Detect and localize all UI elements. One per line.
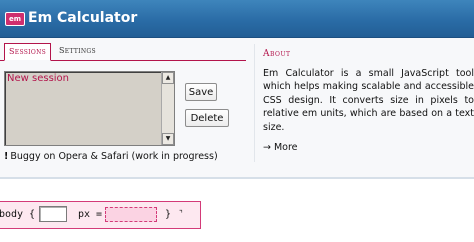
px-input[interactable] <box>39 206 67 222</box>
scroll-down-arrow-icon[interactable]: ▼ <box>162 133 174 145</box>
close-brace: } <box>165 209 172 220</box>
save-button[interactable]: Save <box>185 83 217 101</box>
column-divider <box>254 44 255 162</box>
about-description: Em Calculator is a small JavaScript tool… <box>263 68 474 133</box>
em-result-field <box>105 207 157 222</box>
session-list-scrollbar[interactable]: ▲ ▼ <box>161 72 174 145</box>
more-link[interactable]: → More <box>263 142 298 154</box>
resize-handle-icon[interactable]: ⌝ <box>179 210 186 218</box>
about-heading: About <box>263 49 291 59</box>
delete-button[interactable]: Delete <box>185 109 229 127</box>
tab-settings[interactable]: Settings <box>55 43 100 59</box>
scroll-up-arrow-icon[interactable]: ▲ <box>162 72 174 84</box>
title-bar: em Em Calculator <box>0 0 474 38</box>
px-equals-label: px = <box>78 209 103 220</box>
app-logo-icon: em <box>5 12 25 26</box>
open-brace: { <box>29 209 36 220</box>
css-selector-label: body <box>0 209 24 220</box>
browser-warning: ! Buggy on Opera & Safari (work in progre… <box>4 151 218 163</box>
em-converter-bar: body { px = } ⌝ <box>0 201 201 229</box>
session-list[interactable]: New session ▲ ▼ <box>4 71 175 146</box>
list-item[interactable]: New session <box>6 73 161 85</box>
warning-text: Buggy on Opera & Safari (work in progres… <box>10 151 218 162</box>
tab-sessions[interactable]: Sessions <box>4 43 52 61</box>
warning-icon: ! <box>4 151 9 162</box>
app-title: Em Calculator <box>28 10 138 26</box>
main-panel: Sessions Settings New session ▲ ▼ Save D… <box>0 38 474 179</box>
